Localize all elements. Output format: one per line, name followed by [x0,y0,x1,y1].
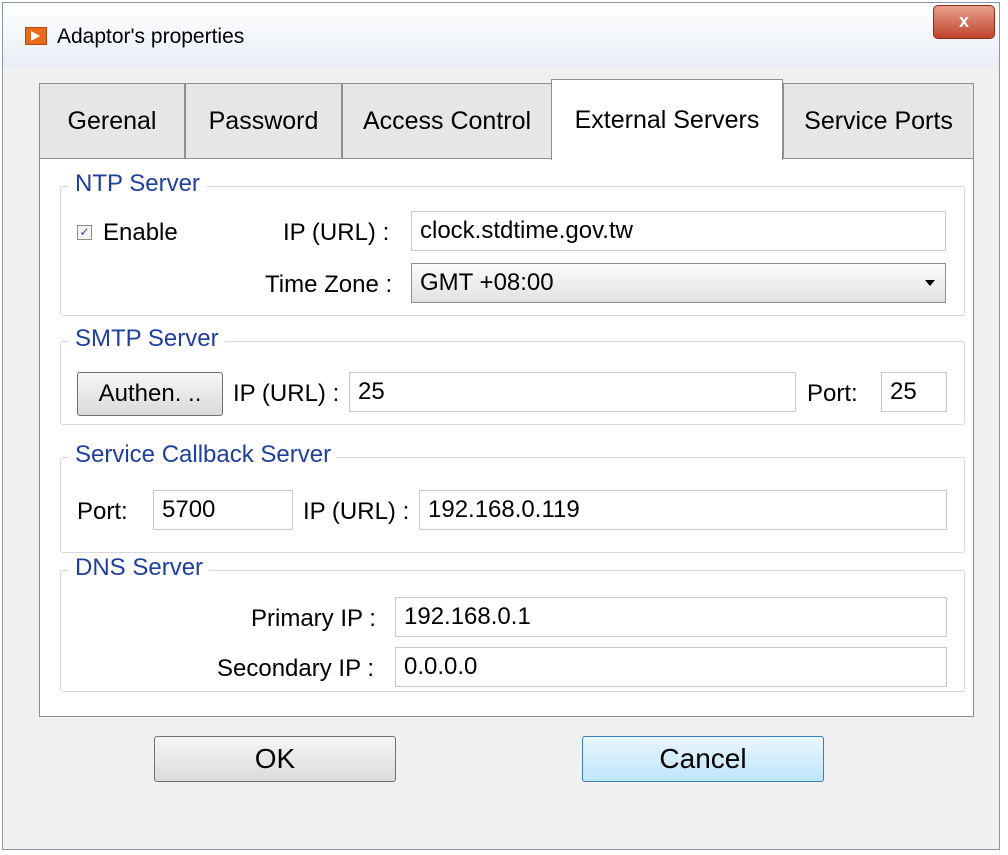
callback-ip-input[interactable]: 192.168.0.119 [419,490,947,530]
ntp-timezone-select[interactable]: GMT +08:00 [411,263,946,303]
smtp-port-label: Port: [807,380,858,407]
ok-button[interactable]: OK [154,736,396,782]
callback-server-title: Service Callback Server [69,441,338,469]
smtp-server-group: SMTP Server Authen. .. IP (URL) : 25 Por… [60,325,965,425]
dns-secondary-label: Secondary IP : [217,655,374,682]
ntp-timezone-value: GMT +08:00 [420,269,554,296]
ntp-ip-input[interactable]: clock.stdtime.gov.tw [411,211,946,251]
ntp-enable-checkbox[interactable]: ✓ [77,225,92,240]
dns-primary-label: Primary IP : [251,605,376,632]
dns-secondary-input[interactable]: 0.0.0.0 [395,647,947,687]
tab-access-control[interactable]: Access Control [342,83,552,158]
ntp-server-group: NTP Server ✓ Enable IP (URL) : clock.std… [60,170,965,316]
ntp-ip-label: IP (URL) : [283,219,390,246]
callback-ip-label: IP (URL) : [303,498,410,525]
ntp-timezone-label: Time Zone : [265,271,393,298]
ntp-enable-label: Enable [103,219,178,246]
callback-server-group: Service Callback Server Port: 5700 IP (U… [60,441,965,553]
callback-port-input[interactable]: 5700 [153,490,293,530]
chevron-down-icon [925,280,935,286]
title-bar: Adaptor's properties x [3,3,999,67]
tab-general[interactable]: Gerenal [39,83,185,158]
tab-external-servers[interactable]: External Servers [551,79,783,160]
tab-panel-external-servers: NTP Server ✓ Enable IP (URL) : clock.std… [39,158,974,717]
dns-primary-input[interactable]: 192.168.0.1 [395,597,947,637]
smtp-ip-label: IP (URL) : [233,380,340,407]
ntp-server-title: NTP Server [69,170,206,198]
close-button[interactable]: x [933,5,995,39]
app-icon [25,27,47,45]
cancel-button[interactable]: Cancel [582,736,824,782]
dns-server-group: DNS Server Primary IP : 192.168.0.1 Seco… [60,554,965,692]
smtp-server-title: SMTP Server [69,325,225,353]
tab-service-ports[interactable]: Service Ports [783,83,974,158]
smtp-port-input[interactable]: 25 [881,372,947,412]
window-title: Adaptor's properties [57,25,245,48]
smtp-auth-button[interactable]: Authen. .. [77,372,223,416]
callback-port-label: Port: [77,498,128,525]
dialog-window: Adaptor's properties x Gerenal Password … [2,2,1000,850]
dns-server-title: DNS Server [69,554,210,582]
tab-password[interactable]: Password [185,83,342,158]
smtp-ip-input[interactable]: 25 [349,372,796,412]
